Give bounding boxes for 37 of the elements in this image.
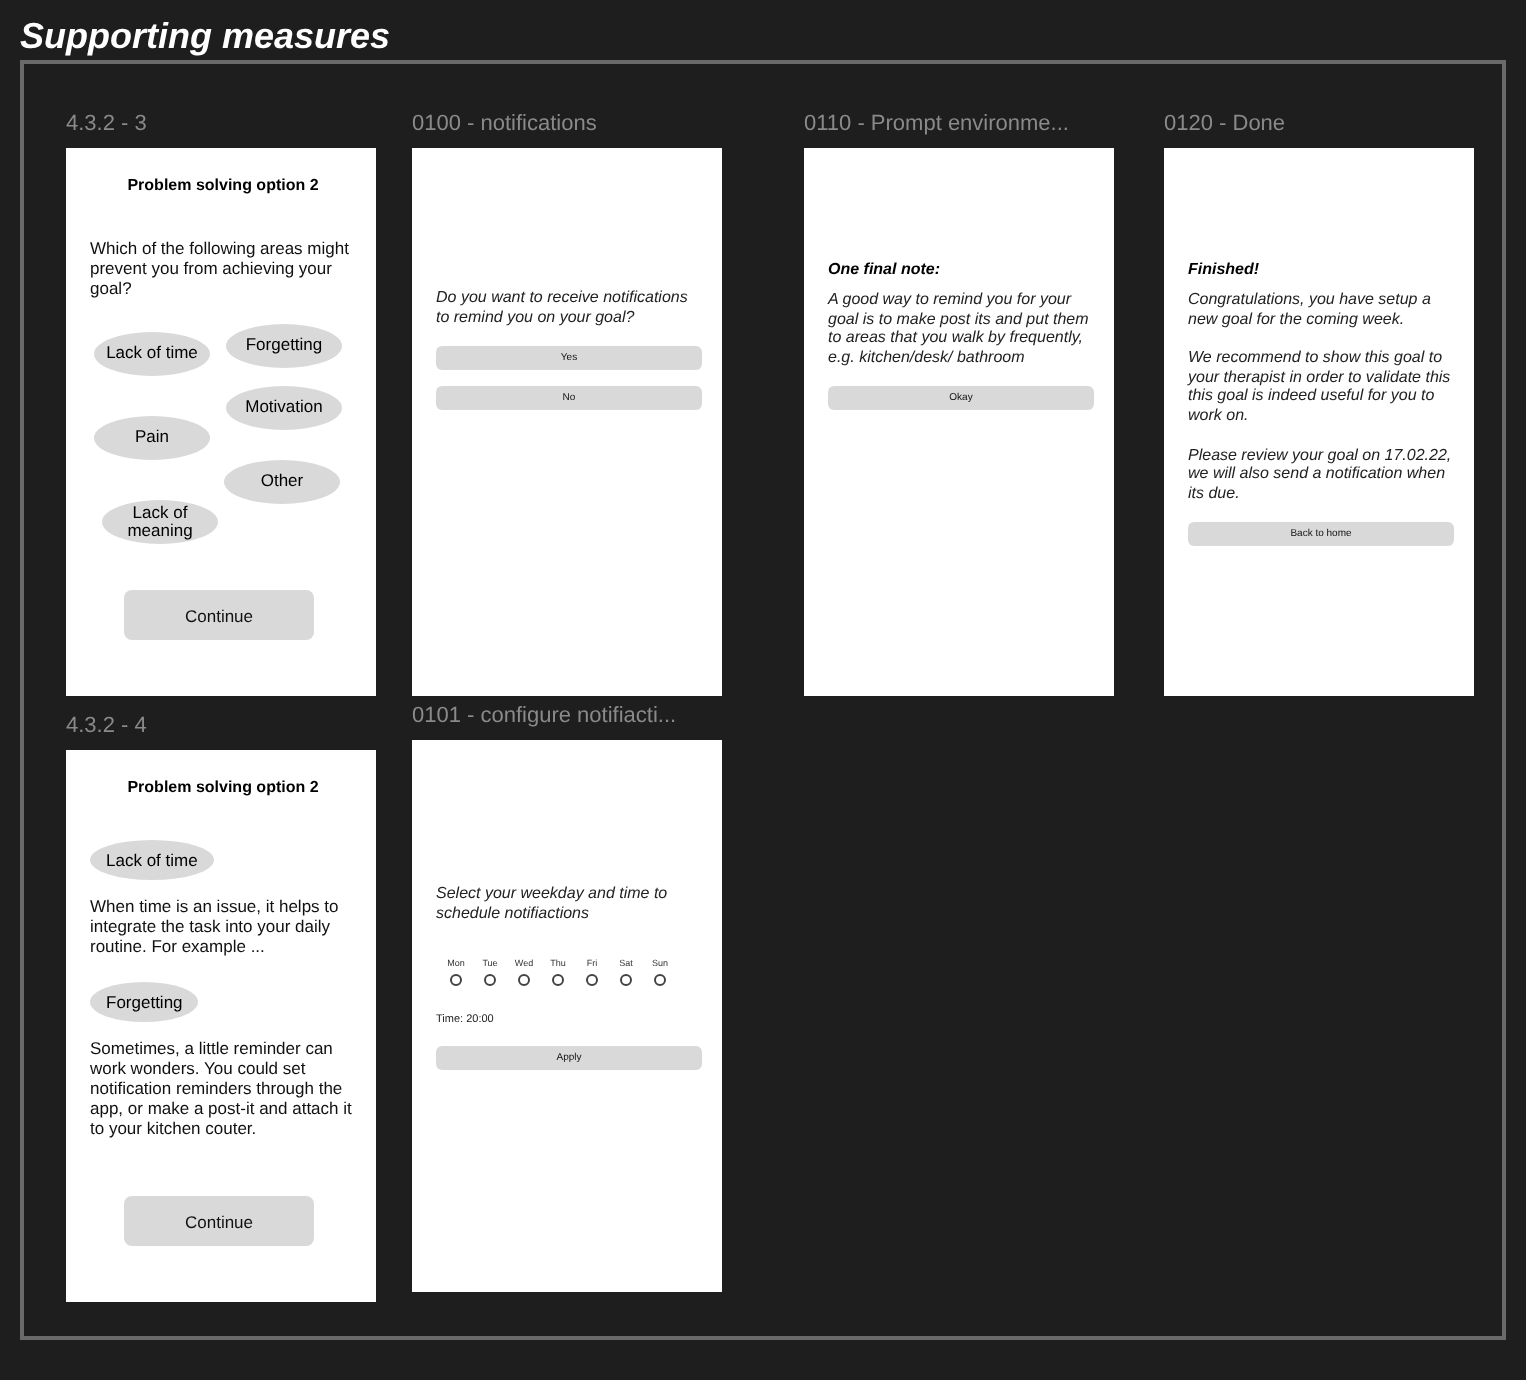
- radio-button[interactable]: [484, 974, 496, 987]
- frame-label[interactable]: 0120 - Done: [1164, 112, 1286, 140]
- option-chip: Forgetting: [90, 981, 199, 1022]
- option-chip: Lack of time: [90, 840, 214, 880]
- option-chip[interactable]: Forgetting: [226, 323, 342, 368]
- radio-button[interactable]: [620, 974, 632, 987]
- frame-label[interactable]: 0101 - configure notifiacti...: [412, 704, 677, 732]
- screen-heading: Problem solving option 2: [127, 778, 319, 796]
- frame-label[interactable]: 4.3.2 - 3: [66, 112, 147, 140]
- continue-button[interactable]: Continue: [124, 590, 314, 640]
- page-title: Supporting measures: [18, 14, 393, 60]
- radio-button[interactable]: [552, 974, 564, 987]
- radio-button[interactable]: [450, 974, 462, 987]
- frame-label[interactable]: 4.3.2 - 4: [66, 714, 147, 742]
- body-text: Do you want to receive notifications to remind you on your goal?: [436, 288, 690, 327]
- body-text: Sometimes, a little reminder can work wonders. You could set notification reminders through the app, or make a post-it and attach it to your kitchen couter.: [90, 1037, 354, 1139]
- note-heading: Finished!: [1188, 260, 1260, 278]
- option-chip[interactable]: Pain: [94, 415, 210, 460]
- frame-label[interactable]: 0100 - notifications: [412, 112, 597, 140]
- body-text: When time is an issue, it helps to integrate the task into your daily routine. For example ...: [90, 896, 341, 958]
- option-chip[interactable]: Other: [224, 459, 340, 504]
- radio-button[interactable]: [586, 974, 598, 987]
- body-text: A good way to remind you for your goal is to make post its and put them to areas that you walk by frequently, e.g. kitchen/desk/ bathroom: [828, 290, 1091, 367]
- body-text: Select your weekday and time to schedule notifiactions: [436, 884, 670, 923]
- frame-label[interactable]: 0110 - Prompt environme...: [804, 112, 1069, 140]
- body-text: Please review your goal on 17.02.22, we will also send a notification when its due.: [1188, 445, 1454, 503]
- body-text: We recommend to show this goal to your therapist in order to validate this this goal is indeed useful for you to work on.: [1188, 348, 1453, 426]
- body-text: Congratulations, you have setup a new goal for the coming week.: [1188, 290, 1433, 329]
- option-chip[interactable]: Motivation: [226, 385, 342, 430]
- continue-button[interactable]: Continue: [124, 1196, 314, 1246]
- body-text: Which of the following areas might prevent you from achieving your goal?: [90, 238, 351, 300]
- screen-heading: Problem solving option 2: [127, 176, 319, 194]
- radio-button[interactable]: [518, 974, 530, 987]
- option-chip[interactable]: Lack of meaning: [102, 499, 218, 544]
- note-heading: One final note:: [828, 260, 940, 278]
- radio-button[interactable]: [654, 974, 666, 987]
- option-chip[interactable]: Lack of time: [94, 331, 210, 376]
